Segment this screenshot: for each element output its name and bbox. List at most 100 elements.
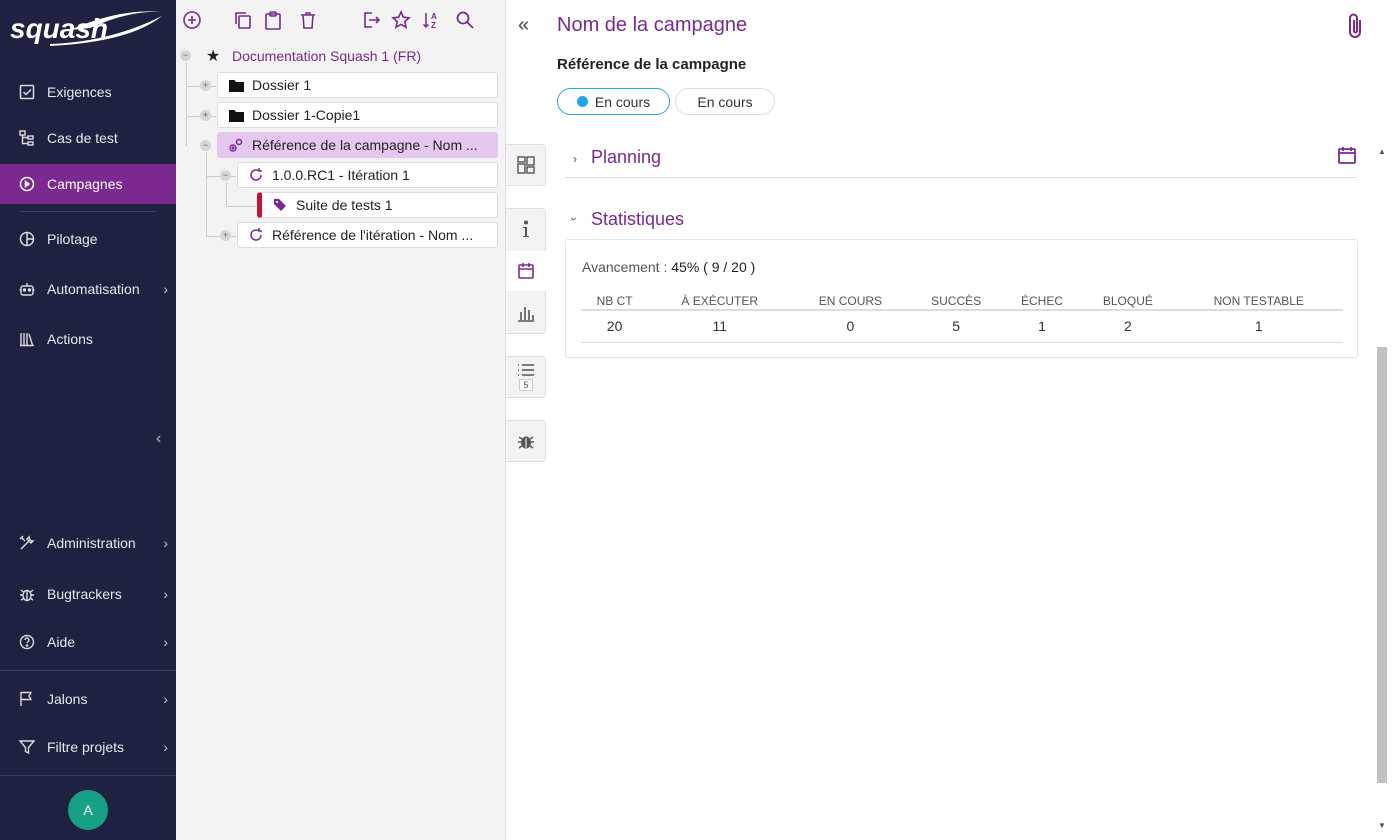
tree-node-folder[interactable]: Dossier 1-Copie1 bbox=[217, 102, 498, 128]
sidebar-item-pilotage[interactable]: Pilotage bbox=[0, 219, 176, 259]
collapse-toggle[interactable]: − bbox=[200, 140, 211, 151]
tree-line bbox=[206, 152, 207, 236]
table-cell: 1 bbox=[1174, 310, 1343, 343]
sidebar-item-campagnes[interactable]: Campagnes bbox=[0, 164, 176, 204]
divider bbox=[0, 670, 176, 671]
sidebar-item-label: Filtre projets bbox=[47, 739, 125, 755]
table-row: 20 11 0 5 1 2 1 bbox=[581, 310, 1343, 343]
chevron-right-icon: › bbox=[163, 634, 168, 650]
list-count-badge: 5 bbox=[519, 379, 533, 391]
tree-node-folder[interactable]: Dossier 1 bbox=[217, 72, 498, 98]
list-icon bbox=[518, 364, 534, 376]
status-label: En cours bbox=[594, 93, 651, 110]
tree-project-label[interactable]: Documentation Squash 1 (FR) bbox=[232, 48, 421, 64]
filter-icon bbox=[18, 738, 36, 756]
campaign-reference: Référence de la campagne bbox=[557, 56, 747, 73]
calendar-icon[interactable] bbox=[506, 251, 546, 291]
planning-section-title[interactable]: Planning bbox=[591, 147, 661, 168]
sidebar-item-label: Bugtrackers bbox=[47, 586, 122, 602]
tree-node-iteration[interactable]: 1.0.0.RC1 - Itération 1 bbox=[237, 162, 498, 188]
flag-icon bbox=[18, 690, 36, 708]
sidebar-item-label: Administration bbox=[47, 535, 136, 551]
add-icon[interactable] bbox=[181, 9, 203, 31]
copy-icon[interactable] bbox=[232, 9, 254, 31]
rail-group bbox=[506, 144, 546, 186]
dashboard-icon[interactable] bbox=[506, 145, 546, 185]
scrollbar-thumb[interactable] bbox=[1377, 347, 1387, 783]
expand-toggle[interactable]: + bbox=[200, 110, 211, 121]
chevron-right-icon[interactable]: › bbox=[573, 152, 577, 166]
collapse-tree-button[interactable]: « bbox=[518, 14, 529, 37]
star-icon: ★ bbox=[206, 48, 221, 65]
chevron-down-icon[interactable]: › bbox=[567, 217, 581, 221]
sidebar-item-aide[interactable]: Aide › bbox=[0, 622, 176, 662]
advancement-detail: ( 9 / 20 ) bbox=[703, 259, 756, 275]
column-header: NB CT bbox=[581, 292, 649, 311]
folder-icon bbox=[228, 107, 244, 123]
tree-line bbox=[226, 182, 227, 206]
sidebar-item-bugtrackers[interactable]: Bugtrackers › bbox=[0, 574, 176, 614]
scroll-down-arrow[interactable]: ▼ bbox=[1378, 821, 1386, 830]
collapse-toggle[interactable]: − bbox=[220, 170, 231, 181]
export-icon[interactable] bbox=[360, 9, 382, 31]
bar-chart-icon[interactable] bbox=[506, 293, 546, 333]
tree-node-label: Référence de la campagne - Nom ... bbox=[252, 137, 478, 153]
chevron-right-icon: › bbox=[163, 535, 168, 551]
attachment-icon[interactable] bbox=[1346, 12, 1366, 45]
tree-node-label: Dossier 1-Copie1 bbox=[252, 107, 361, 123]
tree-node-iteration[interactable]: Référence de l'itération - Nom ... bbox=[237, 222, 498, 248]
user-avatar[interactable]: A bbox=[68, 790, 108, 830]
column-header: ÉCHEC bbox=[1002, 292, 1082, 311]
calendar-icon[interactable] bbox=[1337, 145, 1357, 170]
scroll-up-arrow[interactable]: ▲ bbox=[1378, 147, 1386, 156]
rail-group: 5 bbox=[506, 356, 546, 398]
help-icon bbox=[18, 633, 36, 651]
bug-icon[interactable] bbox=[506, 421, 546, 461]
sidebar-item-cas-de-test[interactable]: Cas de test bbox=[0, 118, 176, 158]
progress-badge[interactable]: En cours bbox=[675, 88, 775, 115]
statistics-section-title[interactable]: Statistiques bbox=[591, 209, 684, 230]
sidebar-item-label: Jalons bbox=[47, 691, 88, 707]
folder-icon bbox=[228, 77, 244, 93]
tree-icon bbox=[18, 129, 36, 147]
navigation-tree-panel: AZ − ★ Documentation Squash 1 (FR) + Dos… bbox=[176, 0, 506, 840]
sidebar-item-label: Pilotage bbox=[47, 231, 98, 247]
favorite-star-icon[interactable] bbox=[390, 9, 412, 31]
sidebar-item-actions[interactable]: Actions bbox=[0, 319, 176, 359]
sidebar-item-jalons[interactable]: Jalons › bbox=[0, 679, 176, 719]
sidebar-item-exigences[interactable]: Exigences bbox=[0, 72, 176, 112]
table-cell: 0 bbox=[791, 310, 910, 343]
chevron-right-icon: › bbox=[163, 739, 168, 755]
statistics-table: NB CT À EXÉCUTER EN COURS SUCCÈS ÉCHEC B… bbox=[581, 292, 1343, 343]
search-icon[interactable] bbox=[454, 9, 476, 31]
test-plan-list-button[interactable]: 5 bbox=[506, 357, 546, 397]
collapse-sidebar-button[interactable]: ‹ bbox=[156, 430, 161, 448]
tag-icon bbox=[272, 197, 288, 213]
sidebar-item-filtre-projets[interactable]: Filtre projets › bbox=[0, 727, 176, 767]
sidebar-item-label: Campagnes bbox=[47, 176, 123, 192]
tree-node-label: Dossier 1 bbox=[252, 77, 312, 93]
tree-node-campaign[interactable]: Référence de la campagne - Nom ... bbox=[217, 132, 498, 158]
squash-logo[interactable]: squash bbox=[10, 8, 165, 48]
status-badge[interactable]: En cours bbox=[557, 88, 670, 115]
scrollbar[interactable]: ▲ ▼ bbox=[1376, 145, 1388, 835]
bug-icon bbox=[18, 585, 36, 603]
tree-node-test-suite[interactable]: Suite de tests 1 bbox=[257, 192, 498, 218]
statistics-card: Avancement : 45% ( 9 / 20 ) NB CT À EXÉC… bbox=[565, 239, 1358, 358]
info-icon[interactable] bbox=[506, 209, 546, 249]
sidebar-item-automatisation[interactable]: Automatisation › bbox=[0, 269, 176, 309]
tree-line bbox=[186, 62, 187, 146]
collapse-toggle[interactable]: − bbox=[180, 50, 191, 61]
expand-toggle[interactable]: + bbox=[220, 230, 231, 241]
sidebar-item-administration[interactable]: Administration › bbox=[0, 523, 176, 563]
delete-icon[interactable] bbox=[297, 9, 319, 31]
expand-toggle[interactable]: + bbox=[200, 80, 211, 91]
sort-icon[interactable]: AZ bbox=[421, 9, 443, 31]
sidebar: squash Exigences Cas de test Campagnes P… bbox=[0, 0, 176, 840]
play-circle-icon bbox=[18, 175, 36, 193]
iteration-icon bbox=[248, 167, 264, 183]
chevron-right-icon: › bbox=[163, 281, 168, 297]
table-cell: 11 bbox=[648, 310, 792, 343]
paste-icon[interactable] bbox=[262, 9, 284, 31]
progress-label: En cours bbox=[697, 93, 753, 110]
